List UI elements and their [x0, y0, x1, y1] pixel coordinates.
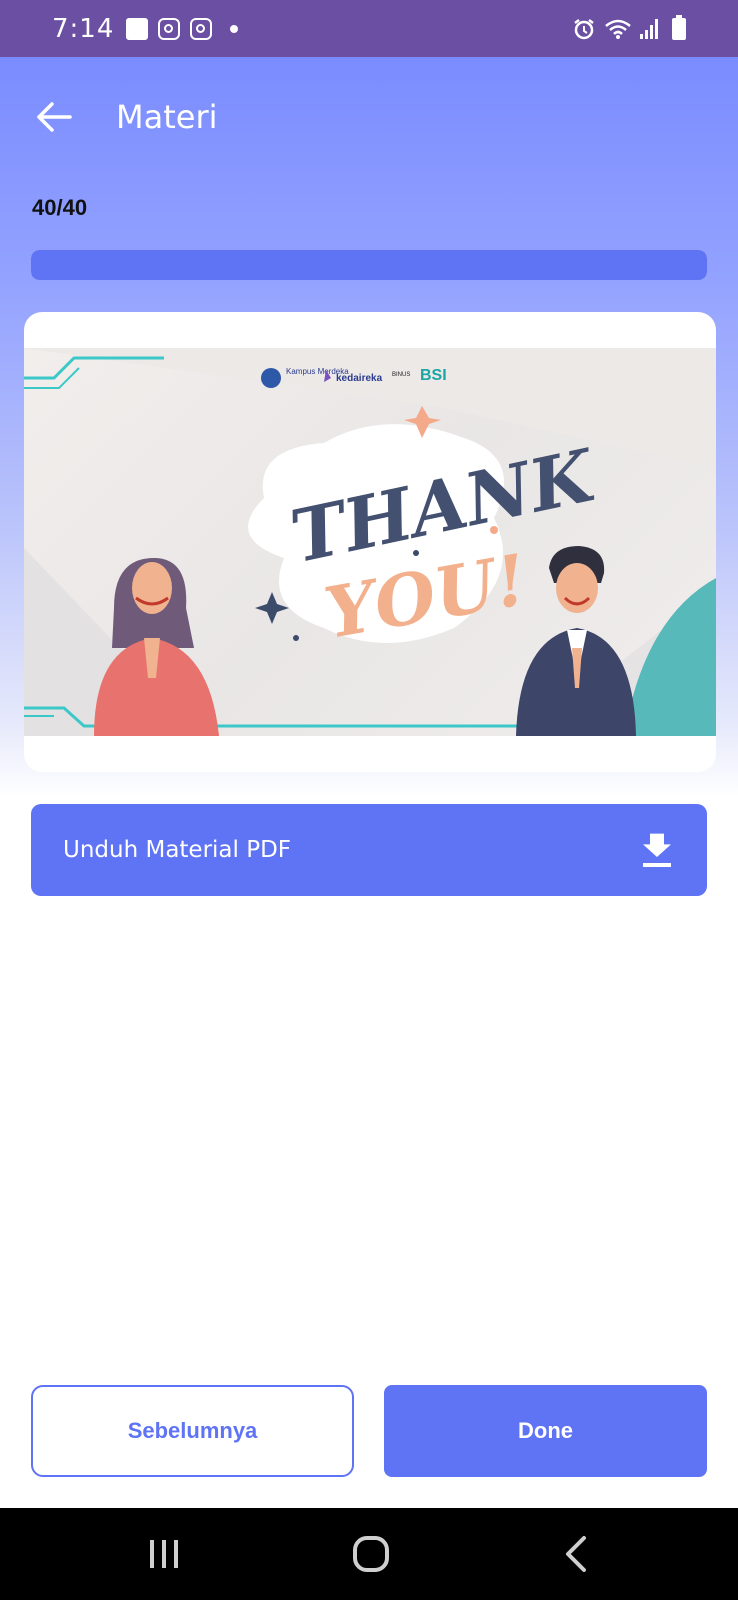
app-bar: Materi: [0, 57, 738, 177]
thank-you-illustration: Kampus Merdeka kedaireka BINUS BSI THANK…: [24, 348, 716, 736]
signal-icon: [640, 18, 658, 39]
alarm-icon: [574, 18, 594, 39]
download-pdf-button[interactable]: Unduh Material PDF: [31, 804, 707, 896]
logo-kedaireka: kedaireka: [336, 373, 383, 384]
system-icons: [572, 14, 686, 41]
man-illustration: [516, 546, 636, 736]
status-bar: 7:14: [0, 0, 738, 57]
material-card: Kampus Merdeka kedaireka BINUS BSI THANK…: [24, 312, 716, 772]
progress-label: 40/40: [32, 195, 88, 220]
dot-icon: [230, 24, 239, 33]
slide-image: Kampus Merdeka kedaireka BINUS BSI THANK…: [24, 348, 716, 736]
notification-icons: [126, 17, 239, 40]
home-icon[interactable]: [349, 1532, 393, 1576]
instagram-icon: [158, 17, 181, 40]
download-pdf-label: Unduh Material PDF: [63, 837, 292, 863]
arrow-left-icon: [37, 102, 72, 132]
logo-bsi: BSI: [420, 367, 447, 384]
back-icon[interactable]: [556, 1532, 600, 1576]
instagram-icon: [190, 17, 213, 40]
previous-button[interactable]: Sebelumnya: [31, 1385, 354, 1477]
progress-bar: [31, 250, 707, 280]
woman-illustration: [94, 558, 219, 736]
download-icon: [643, 833, 671, 867]
back-button[interactable]: [24, 87, 84, 147]
status-time: 7:14: [52, 13, 115, 44]
page-title: Materi: [116, 98, 218, 136]
gallery-icon: [126, 17, 149, 40]
wifi-icon: [605, 19, 631, 39]
done-button[interactable]: Done: [384, 1385, 707, 1477]
battery-icon: [672, 14, 686, 40]
recents-icon[interactable]: [142, 1532, 186, 1576]
navigation-bar: [0, 1508, 738, 1600]
logo-binus: BINUS: [392, 372, 410, 378]
progress-fill: [31, 250, 707, 280]
